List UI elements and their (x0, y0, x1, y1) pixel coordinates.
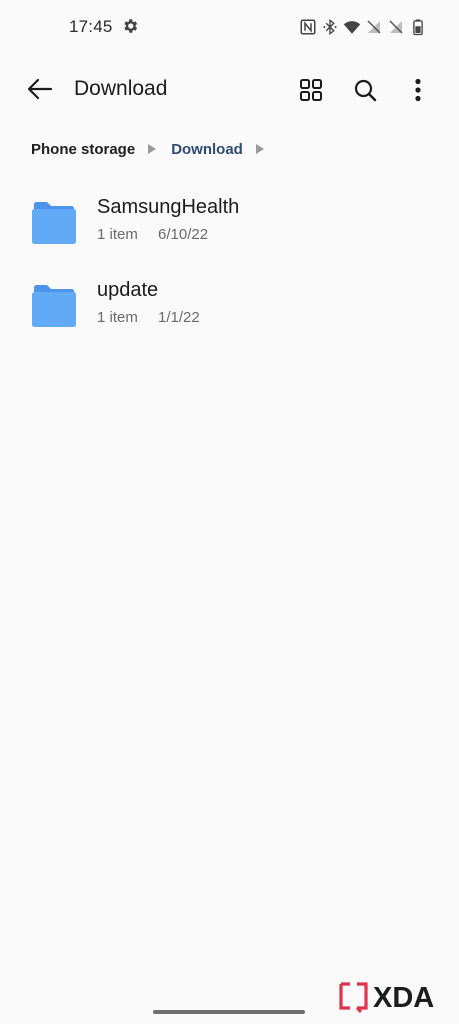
grid-view-icon (300, 79, 322, 101)
xda-logo: XDA (339, 982, 434, 1013)
watermark-text: XDA (373, 982, 434, 1013)
grid-view-button[interactable] (296, 75, 326, 105)
settings-icon (124, 19, 138, 33)
list-item[interactable]: update 1 item 1/1/22 (0, 269, 459, 352)
more-options-button[interactable] (403, 75, 433, 105)
folder-icon (32, 285, 76, 327)
breadcrumb-root[interactable]: Phone storage (31, 141, 135, 158)
file-name: SamsungHealth (97, 196, 240, 218)
back-arrow-icon (27, 78, 53, 100)
status-time: 17:45 (69, 17, 113, 36)
file-meta: 1 item 6/10/22 (97, 226, 208, 243)
battery-icon (413, 19, 423, 36)
modified-date: 6/10/22 (158, 226, 209, 243)
modified-date: 1/1/22 (158, 309, 200, 326)
search-icon (354, 79, 377, 102)
home-indicator[interactable] (153, 1010, 305, 1014)
app-bar: Download (0, 62, 459, 116)
search-button[interactable] (350, 75, 380, 105)
page-title: Download (74, 77, 168, 100)
chevron-right-icon (148, 144, 157, 154)
breadcrumb: Phone storage Download (31, 138, 279, 160)
wifi-icon (343, 21, 361, 34)
nfc-icon (300, 19, 316, 35)
no-sim-icon (367, 20, 381, 34)
list-item[interactable]: SamsungHealth 1 item 6/10/22 (0, 186, 459, 269)
file-meta: 1 item 1/1/22 (97, 309, 200, 326)
status-icons (299, 16, 427, 38)
chevron-right-icon (255, 144, 264, 154)
item-count: 1 item (97, 309, 138, 326)
bluetooth-icon (323, 18, 337, 36)
file-list: SamsungHealth 1 item 6/10/22 update 1 it… (0, 186, 459, 352)
more-vert-icon (415, 78, 421, 102)
folder-icon (32, 202, 76, 244)
breadcrumb-current[interactable]: Download (171, 141, 243, 158)
status-bar: 17:45 (0, 0, 459, 54)
no-sim-2-icon (389, 20, 403, 34)
file-name: update (97, 279, 159, 301)
back-button[interactable] (24, 74, 56, 104)
item-count: 1 item (97, 226, 138, 243)
